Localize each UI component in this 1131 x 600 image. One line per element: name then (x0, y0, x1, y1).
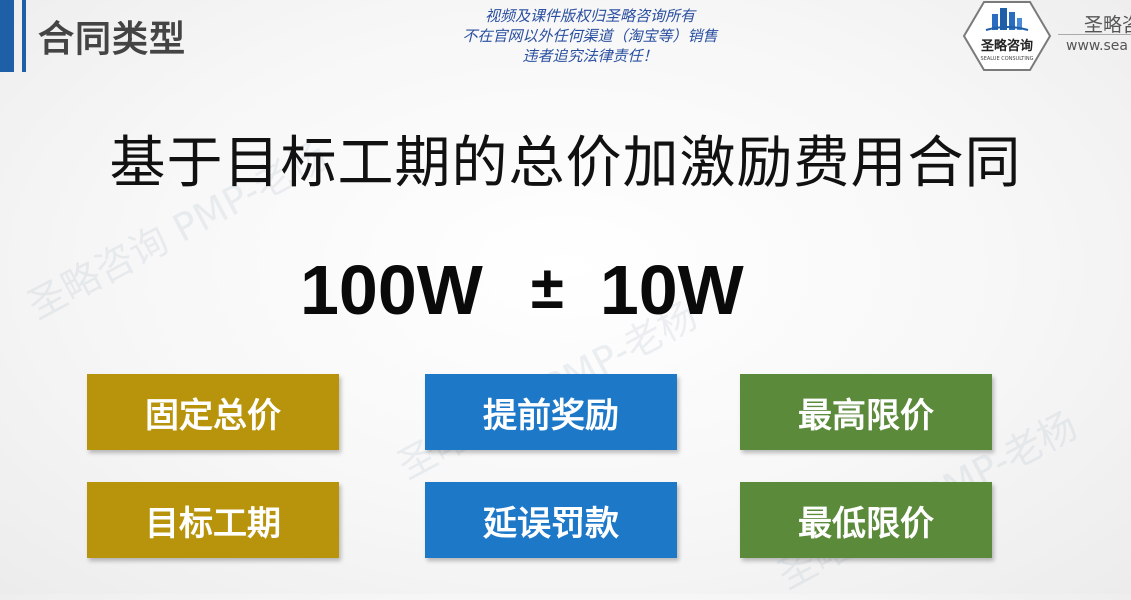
copyright-line: 视频及课件版权归圣略咨询所有 (484, 7, 695, 25)
term-box-ceiling-price: 最高限价 (740, 374, 992, 450)
logo-badge-icon: 圣略咨询 SEALUE CONSULTING (962, 1, 1052, 71)
term-box-target-schedule: 目标工期 (87, 482, 339, 558)
logo-subtext: SEALUE CONSULTING (981, 56, 1034, 62)
copyright-line: 违者追究法律责任！ (522, 47, 658, 65)
plus-minus-sign: ± (530, 254, 564, 321)
term-box-early-bonus: 提前奖励 (425, 374, 677, 450)
company-logo: 圣略咨询 SEALUE CONSULTING (962, 0, 1052, 72)
accent-bar (0, 0, 14, 72)
price-range: 10W (599, 251, 744, 329)
term-box-delay-penalty: 延误罚款 (425, 482, 677, 558)
logo-text: 圣略咨询 (981, 38, 1033, 54)
copyright-notice: 视频及课件版权归圣略咨询所有 不在官网以外任何渠道（淘宝等）销售 违者追究法律责… (400, 6, 780, 66)
brand-url: www.sea (1066, 38, 1129, 54)
brand-name: 圣略咨 (1084, 14, 1131, 36)
section-title: 合同类型 (38, 19, 187, 60)
accent-bar-thin (22, 0, 26, 72)
price-formula: 100W ±10W (300, 250, 800, 330)
target-price: 100W (300, 251, 483, 329)
term-box-floor-price: 最低限价 (740, 482, 992, 558)
term-box-fixed-price: 固定总价 (87, 374, 339, 450)
slide-heading: 基于目标工期的总价加激励费用合同 (109, 131, 1022, 196)
copyright-line: 不在官网以外任何渠道（淘宝等）销售 (462, 27, 718, 45)
